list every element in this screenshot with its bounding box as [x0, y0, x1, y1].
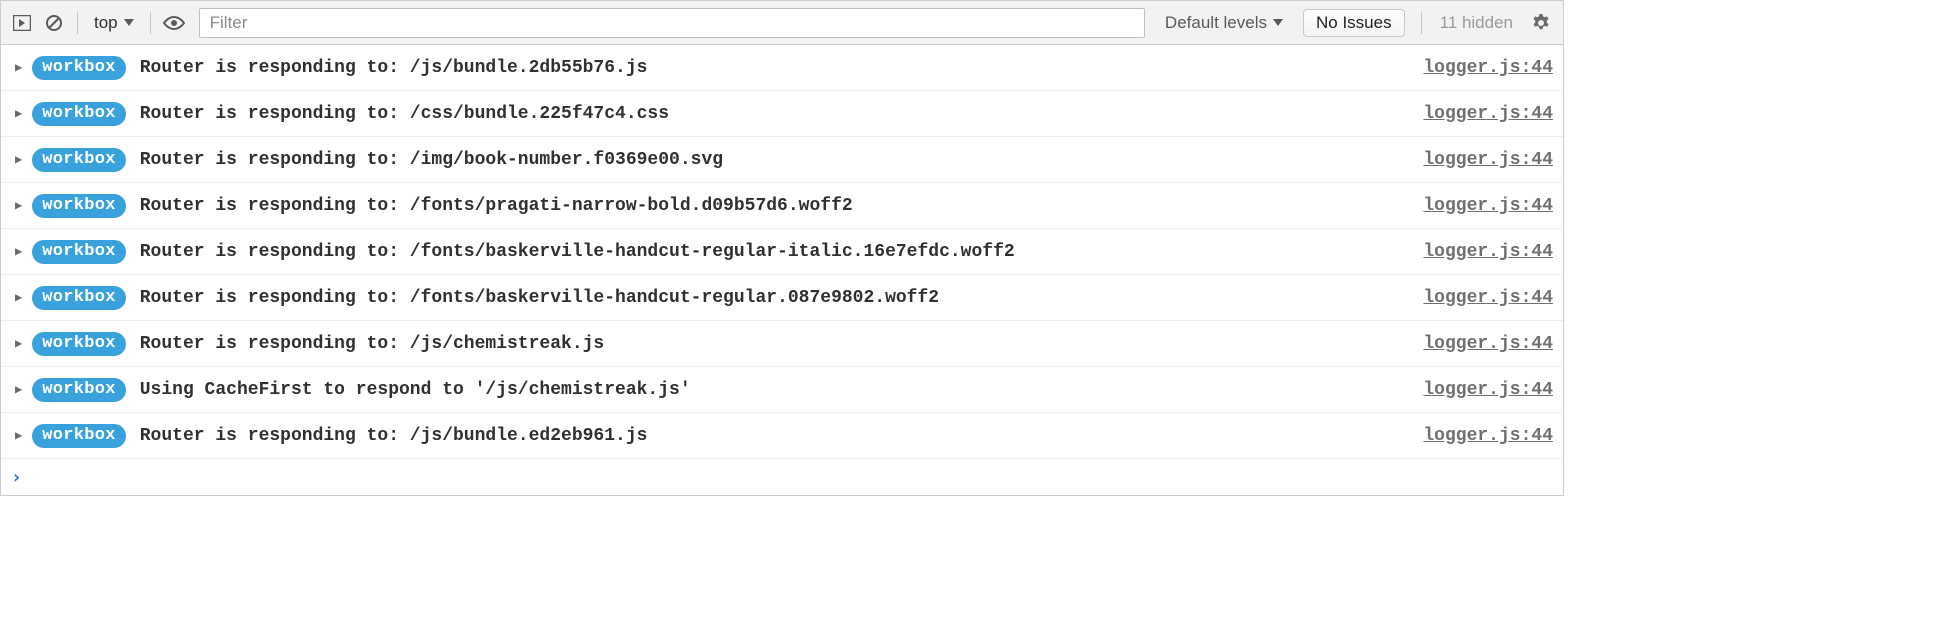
log-row: ▶ workbox Using CacheFirst to respond to '…	[1, 367, 1563, 413]
log-row: ▶ workbox Router is responding to: /css/bu…	[1, 91, 1563, 137]
workbox-badge: workbox	[32, 424, 126, 448]
issues-button[interactable]: No Issues	[1303, 9, 1405, 37]
chevron-down-icon	[1273, 19, 1283, 27]
console-toolbar: top Default levels No Issues 11 hidden	[1, 1, 1563, 45]
source-link[interactable]: logger.js:44	[1423, 334, 1553, 354]
source-link[interactable]: logger.js:44	[1423, 104, 1553, 124]
log-row: ▶ workbox Router is responding to: /fonts/…	[1, 229, 1563, 275]
log-message: Router is responding to: /js/chemistreak…	[140, 334, 1412, 354]
log-row: ▶ workbox Router is responding to: /fonts/…	[1, 183, 1563, 229]
workbox-badge: workbox	[32, 332, 126, 356]
divider	[150, 12, 151, 34]
divider	[77, 12, 78, 34]
source-link[interactable]: logger.js:44	[1423, 426, 1553, 446]
source-link[interactable]: logger.js:44	[1423, 380, 1553, 400]
source-link[interactable]: logger.js:44	[1423, 288, 1553, 308]
log-levels-selector[interactable]: Default levels	[1157, 13, 1291, 33]
disclosure-triangle-icon[interactable]: ▶	[15, 382, 22, 397]
disclosure-triangle-icon[interactable]: ▶	[15, 152, 22, 167]
levels-label: Default levels	[1165, 13, 1267, 33]
divider	[1421, 12, 1422, 34]
log-message: Router is responding to: /js/bundle.ed2e…	[140, 426, 1412, 446]
context-label: top	[94, 13, 118, 33]
log-message: Router is responding to: /fonts/pragati-…	[140, 196, 1412, 216]
workbox-badge: workbox	[32, 102, 126, 126]
disclosure-triangle-icon[interactable]: ▶	[15, 106, 22, 121]
workbox-badge: workbox	[32, 240, 126, 264]
disclosure-triangle-icon[interactable]: ▶	[15, 60, 22, 75]
workbox-badge: workbox	[32, 148, 126, 172]
live-expression-icon[interactable]	[161, 10, 187, 36]
log-message: Using CacheFirst to respond to '/js/chem…	[140, 380, 1412, 400]
source-link[interactable]: logger.js:44	[1423, 150, 1553, 170]
console-prompt[interactable]: ›	[1, 459, 1563, 495]
clear-console-icon[interactable]	[41, 10, 67, 36]
log-row: ▶ workbox Router is responding to: /js/bun…	[1, 45, 1563, 91]
workbox-badge: workbox	[32, 56, 126, 80]
log-message: Router is responding to: /css/bundle.225…	[140, 104, 1412, 124]
disclosure-triangle-icon[interactable]: ▶	[15, 336, 22, 351]
console-log-list: ▶ workbox Router is responding to: /js/bun…	[1, 45, 1563, 459]
log-row: ▶ workbox Router is responding to: /js/bun…	[1, 413, 1563, 459]
log-row: ▶ workbox Router is responding to: /js/che…	[1, 321, 1563, 367]
workbox-badge: workbox	[32, 286, 126, 310]
chevron-down-icon	[124, 19, 134, 27]
disclosure-triangle-icon[interactable]: ▶	[15, 198, 22, 213]
gear-icon[interactable]	[1527, 13, 1555, 33]
filter-input[interactable]	[199, 8, 1145, 38]
log-message: Router is responding to: /img/book-numbe…	[140, 150, 1412, 170]
workbox-badge: workbox	[32, 194, 126, 218]
log-row: ▶ workbox Router is responding to: /fonts/…	[1, 275, 1563, 321]
source-link[interactable]: logger.js:44	[1423, 242, 1553, 262]
log-message: Router is responding to: /fonts/baskervi…	[140, 288, 1412, 308]
hidden-messages-count[interactable]: 11 hidden	[1432, 13, 1521, 33]
disclosure-triangle-icon[interactable]: ▶	[15, 428, 22, 443]
disclosure-triangle-icon[interactable]: ▶	[15, 244, 22, 259]
source-link[interactable]: logger.js:44	[1423, 196, 1553, 216]
workbox-badge: workbox	[32, 378, 126, 402]
log-row: ▶ workbox Router is responding to: /img/bo…	[1, 137, 1563, 183]
log-message: Router is responding to: /js/bundle.2db5…	[140, 58, 1412, 78]
toggle-sidebar-icon[interactable]	[9, 10, 35, 36]
log-message: Router is responding to: /fonts/baskervi…	[140, 242, 1412, 262]
source-link[interactable]: logger.js:44	[1423, 58, 1553, 78]
disclosure-triangle-icon[interactable]: ▶	[15, 290, 22, 305]
execution-context-selector[interactable]: top	[88, 11, 140, 35]
chevron-right-icon: ›	[11, 467, 22, 488]
